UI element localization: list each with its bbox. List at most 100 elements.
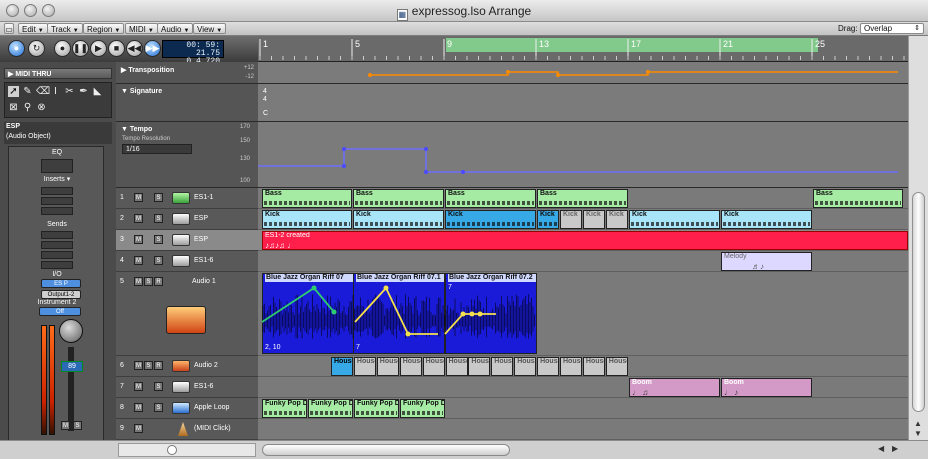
- insert-slot[interactable]: [41, 207, 73, 215]
- transposition-lane[interactable]: [258, 62, 908, 84]
- input-button[interactable]: ES P: [41, 279, 81, 288]
- automation-mode-select[interactable]: Off: [39, 307, 81, 316]
- audio-region[interactable]: Blue Jazz Organ Riff 07.1 7: [353, 273, 445, 354]
- object-header[interactable]: ESP (Audio Object): [4, 122, 112, 144]
- insert-slot[interactable]: [41, 197, 73, 205]
- midi-region[interactable]: House: [331, 357, 353, 376]
- output-button[interactable]: Output1-2: [41, 290, 81, 299]
- global-scroll-area[interactable]: [908, 36, 928, 188]
- record-icon[interactable]: ●: [8, 40, 25, 57]
- track-header-8[interactable]: 8 M S Apple Loop: [116, 398, 258, 419]
- menu-midi[interactable]: MIDI ▼: [125, 23, 158, 34]
- solo-button[interactable]: S: [73, 421, 82, 430]
- mute-tool-icon[interactable]: ⊠: [8, 102, 19, 113]
- midi-region[interactable]: Kick: [537, 210, 559, 229]
- zoom-tool-icon[interactable]: ⚲: [22, 102, 33, 113]
- pause-button[interactable]: ❚❚: [72, 40, 89, 57]
- send-slot[interactable]: [41, 231, 73, 239]
- midi-region[interactable]: Melody ♬♪: [721, 252, 812, 271]
- signature-header[interactable]: ▼ Signature: [116, 84, 258, 122]
- track-header-6[interactable]: 6 M S R Audio 2: [116, 356, 258, 377]
- track-header-9[interactable]: 9 M (MIDI Click): [116, 419, 258, 440]
- midi-region[interactable]: Kick: [560, 210, 582, 229]
- record-enable-button[interactable]: R: [154, 361, 163, 370]
- midi-region[interactable]: Kick: [262, 210, 352, 229]
- mute-button[interactable]: M: [134, 193, 143, 202]
- solo-button[interactable]: S: [154, 214, 163, 223]
- rewind-button[interactable]: ◀◀: [126, 40, 143, 57]
- midi-region[interactable]: House: [514, 357, 537, 376]
- menu-track[interactable]: Track ▼: [47, 23, 83, 34]
- midi-region[interactable]: Bass: [353, 189, 444, 208]
- midi-region[interactable]: Kick: [353, 210, 444, 229]
- pencil-tool-icon[interactable]: ✎: [22, 86, 33, 97]
- midi-region[interactable]: House: [605, 357, 628, 376]
- solo-button[interactable]: S: [154, 403, 163, 412]
- solo-button[interactable]: S: [154, 382, 163, 391]
- mute-button[interactable]: M: [134, 235, 143, 244]
- cycle-icon[interactable]: ↻: [28, 40, 45, 57]
- horizontal-scroll-thumb[interactable]: [262, 444, 510, 456]
- midi-region[interactable]: House: [582, 357, 605, 376]
- tempo-lane[interactable]: [258, 122, 908, 188]
- loop-region[interactable]: Funky Pop D: [400, 399, 445, 418]
- bar-ruler[interactable]: 1 5 9 13 17 21 25: [258, 36, 908, 62]
- vertical-scroll-thumb[interactable]: [912, 192, 925, 412]
- zoom-slider-thumb[interactable]: [167, 445, 177, 455]
- eraser-tool-icon[interactable]: ⌫: [36, 86, 50, 97]
- track-header-3[interactable]: 3 M S ESP: [116, 230, 258, 251]
- track-header-5[interactable]: 5 M S R Audio 1: [116, 272, 258, 356]
- audio-region[interactable]: Blue Jazz Organ Riff 07.2 7: [445, 273, 537, 354]
- scissors-tool-icon[interactable]: ✂: [64, 86, 75, 97]
- crossfade-tool-icon[interactable]: ⊗: [36, 102, 47, 113]
- midi-region[interactable]: Bass: [445, 189, 536, 208]
- tempo-header[interactable]: ▼ Tempo Tempo Resolution 1/16 170 150 13…: [116, 122, 258, 188]
- scroll-up-icon[interactable]: ▲: [914, 419, 922, 428]
- mute-button[interactable]: M: [134, 277, 143, 286]
- midi-region[interactable]: House: [468, 357, 491, 376]
- send-slot[interactable]: [41, 241, 73, 249]
- glue-tool-icon[interactable]: ✒: [78, 86, 89, 97]
- midi-region[interactable]: House: [560, 357, 582, 376]
- mute-button[interactable]: M: [134, 382, 143, 391]
- solo-button[interactable]: S: [144, 277, 153, 286]
- transposition-header[interactable]: ▶ Transposition +12 -12: [116, 62, 258, 84]
- midi-region[interactable]: Bass: [262, 189, 352, 208]
- track-header-7[interactable]: 7 M S ES1-6: [116, 377, 258, 398]
- drag-mode-select[interactable]: Overlap ⇕: [860, 23, 924, 34]
- midi-region[interactable]: Kick: [721, 210, 812, 229]
- midi-region[interactable]: Kick: [606, 210, 628, 229]
- menu-edit[interactable]: Edit ▼: [18, 23, 48, 34]
- midi-region[interactable]: Kick: [445, 210, 536, 229]
- arrange-area[interactable]: Bass Bass Bass Bass Bass Kick Kick Kick …: [258, 188, 908, 440]
- menu-region[interactable]: Region ▼: [83, 23, 125, 34]
- midi-region[interactable]: Kick: [583, 210, 605, 229]
- midi-region[interactable]: House: [422, 357, 445, 376]
- midi-thru-header[interactable]: ▶ MIDI THRU: [4, 68, 112, 79]
- track-header-1[interactable]: 1 M S ES1-1: [116, 188, 258, 209]
- mute-button[interactable]: M: [134, 424, 143, 433]
- midi-region[interactable]: House: [376, 357, 399, 376]
- volume-fader[interactable]: [68, 347, 74, 431]
- pan-knob[interactable]: [59, 319, 83, 343]
- audio-region[interactable]: Blue Jazz Organ Riff 07 2, 10: [262, 273, 354, 354]
- inserts-label[interactable]: Inserts ▾: [9, 175, 105, 183]
- midi-region[interactable]: Boom ♩ ♪: [721, 378, 812, 397]
- midi-region[interactable]: Bass: [537, 189, 628, 208]
- record-enable-button[interactable]: R: [154, 277, 163, 286]
- mute-button[interactable]: M: [134, 361, 143, 370]
- eq-display[interactable]: [41, 159, 73, 173]
- midi-region[interactable]: Boom ♩ ♫: [629, 378, 720, 397]
- scroll-left-icon[interactable]: ◀: [878, 444, 884, 453]
- stop-button[interactable]: ■: [108, 40, 125, 57]
- tempo-resolution-select[interactable]: 1/16: [122, 144, 192, 154]
- fade-tool-icon[interactable]: ◣: [92, 86, 103, 97]
- loop-region[interactable]: Funky Pop D: [308, 399, 353, 418]
- send-slot[interactable]: [41, 251, 73, 259]
- solo-button[interactable]: S: [154, 235, 163, 244]
- record-button[interactable]: ●: [54, 40, 71, 57]
- midi-region[interactable]: House: [353, 357, 376, 376]
- zoom-slider[interactable]: [118, 443, 256, 457]
- solo-button[interactable]: S: [144, 361, 153, 370]
- mute-button[interactable]: M: [134, 403, 143, 412]
